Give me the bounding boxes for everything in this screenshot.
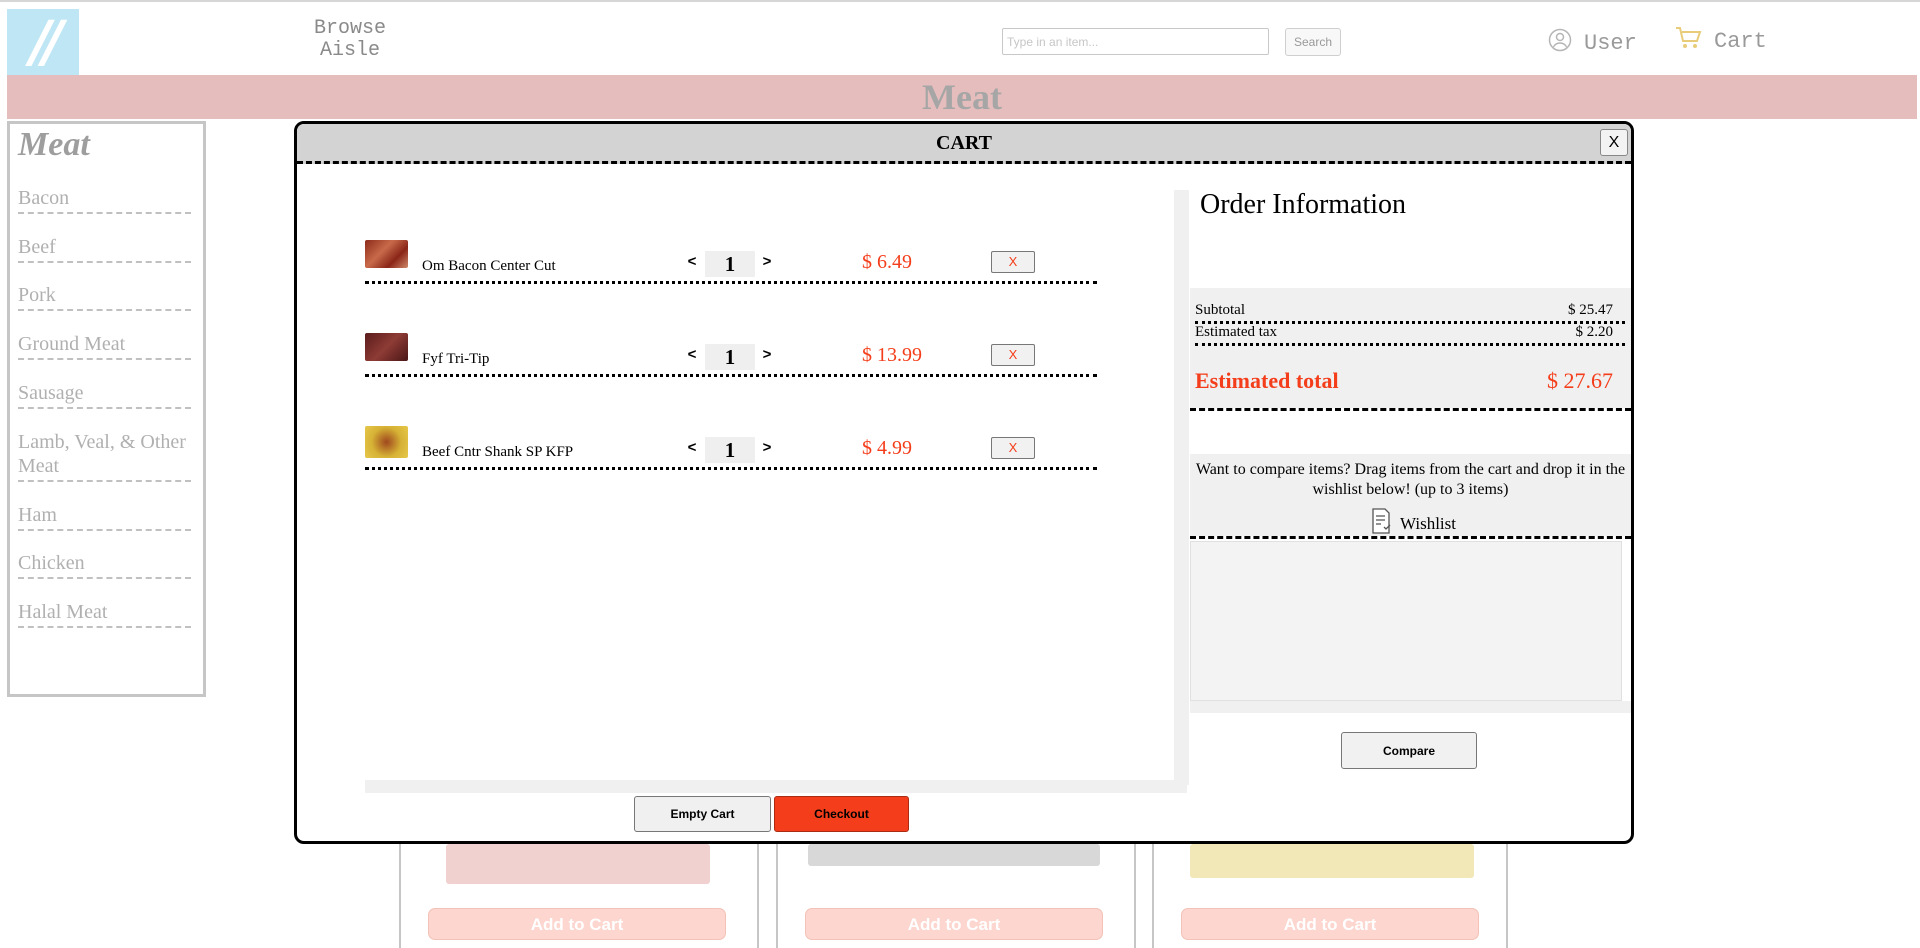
cart-item-name: Beef Cntr Shank SP KFP [422,444,574,460]
quantity-value[interactable]: 1 [705,344,755,370]
sidebar-item-sausage[interactable]: Sausage [18,381,191,409]
sidebar-item-bacon[interactable]: Bacon [18,186,191,214]
decrease-quantity-button[interactable]: < [685,346,699,363]
cart-modal-title: CART [936,132,992,154]
product-image [808,844,1100,866]
decrease-quantity-button[interactable]: < [685,253,699,270]
cart-item[interactable]: Fyf Tri-Tip < 1 > $ 13.99 X [365,332,1097,377]
sidebar-title: Meat [18,126,90,163]
order-summary: Subtotal $ 25.47 Estimated tax $ 2.20 Es… [1190,288,1631,408]
sidebar-item-beef[interactable]: Beef [18,235,191,263]
checkout-button[interactable]: Checkout [774,796,909,832]
user-link[interactable]: User [1548,28,1637,58]
sidebar-item-ham[interactable]: Ham [18,503,191,531]
user-icon [1548,28,1572,59]
cart-item[interactable]: Om Bacon Center Cut < 1 > $ 6.49 X [365,239,1097,284]
add-to-cart-button[interactable]: Add to Cart [805,908,1103,940]
estimated-total-row: Estimated total $ 27.67 [1195,368,1625,394]
cart-modal: CART X Om Bacon Center Cut < 1 > $ 6.49 … [294,121,1634,844]
add-to-cart-button[interactable]: Add to Cart [1181,908,1479,940]
subtotal-value: $ 25.47 [1568,302,1613,318]
cart-item-price: $ 4.99 [862,437,912,459]
summary-divider [1190,408,1631,411]
cart-label: Cart [1714,28,1767,54]
sidebar-item-lamb-veal[interactable]: Lamb, Veal, & Other Meat [18,430,191,482]
tax-label: Estimated tax [1195,324,1278,340]
tax-value: $ 2.20 [1575,324,1614,340]
product-image [446,844,710,884]
search-input[interactable] [1002,28,1269,55]
compare-hint-box: Want to compare items? Drag items from t… [1190,454,1631,536]
site-logo[interactable]: // [7,9,79,75]
beef-shank-thumbnail [365,426,408,458]
cart-item[interactable]: Beef Cntr Shank SP KFP < 1 > $ 4.99 X [365,425,1097,470]
user-label: User [1584,30,1637,56]
cart-item-price: $ 6.49 [862,251,912,273]
sidebar-item-halal-meat[interactable]: Halal Meat [18,600,191,628]
wishlist-drop-zone[interactable] [1190,541,1622,701]
increase-quantity-button[interactable]: > [760,253,774,270]
cart-item-name: Fyf Tri-Tip [422,351,490,367]
wishlist-icon [1370,508,1392,539]
cart-panel-bottom [365,780,1187,793]
estimated-total-value: $ 27.67 [1547,368,1613,393]
product-image [1190,844,1474,878]
add-to-cart-button[interactable]: Add to Cart [428,908,726,940]
category-banner: Meat [7,75,1917,119]
cart-icon [1674,25,1702,58]
order-information-title: Order Information [1200,189,1407,220]
increase-quantity-button[interactable]: > [760,346,774,363]
wishlist-label: Wishlist [1400,513,1456,533]
tax-row: Estimated tax $ 2.20 [1195,324,1625,346]
bacon-thumbnail [365,240,408,268]
top-border [0,0,1920,2]
wishlist-divider [1190,536,1631,539]
search-button[interactable]: Search [1285,28,1341,56]
category-sidebar: Meat Bacon Beef Pork Ground Meat Sausage… [7,121,206,697]
empty-cart-button[interactable]: Empty Cart [634,796,771,832]
sidebar-item-ground-meat[interactable]: Ground Meat [18,332,191,360]
sidebar-item-chicken[interactable]: Chicken [18,551,191,579]
remove-item-button[interactable]: X [991,344,1035,366]
quantity-value[interactable]: 1 [705,437,755,463]
remove-item-button[interactable]: X [991,251,1035,273]
order-information-panel: Order Information Subtotal $ 25.47 Estim… [1190,184,1631,841]
quantity-value[interactable]: 1 [705,251,755,277]
subtotal-row: Subtotal $ 25.47 [1195,302,1625,324]
cart-item-price: $ 13.99 [862,344,922,366]
compare-button[interactable]: Compare [1341,732,1477,769]
remove-item-button[interactable]: X [991,437,1035,459]
sidebar-item-pork[interactable]: Pork [18,283,191,311]
subtotal-label: Subtotal [1195,302,1246,318]
compare-hint-text: Want to compare items? Drag items from t… [1195,461,1626,498]
estimated-total-label: Estimated total [1195,368,1339,393]
increase-quantity-button[interactable]: > [760,439,774,456]
close-modal-button[interactable]: X [1600,129,1628,156]
tri-tip-thumbnail [365,333,408,361]
cart-panel-edge [1174,190,1189,785]
browse-aisle-link[interactable]: Browse Aisle [300,18,400,62]
cart-link[interactable]: Cart [1674,26,1767,56]
cart-modal-header: CART [297,124,1631,164]
wishlist-header: Wishlist [1370,508,1456,539]
decrease-quantity-button[interactable]: < [685,439,699,456]
wishlist-bottom [1190,701,1631,713]
cart-item-name: Om Bacon Center Cut [422,258,556,274]
